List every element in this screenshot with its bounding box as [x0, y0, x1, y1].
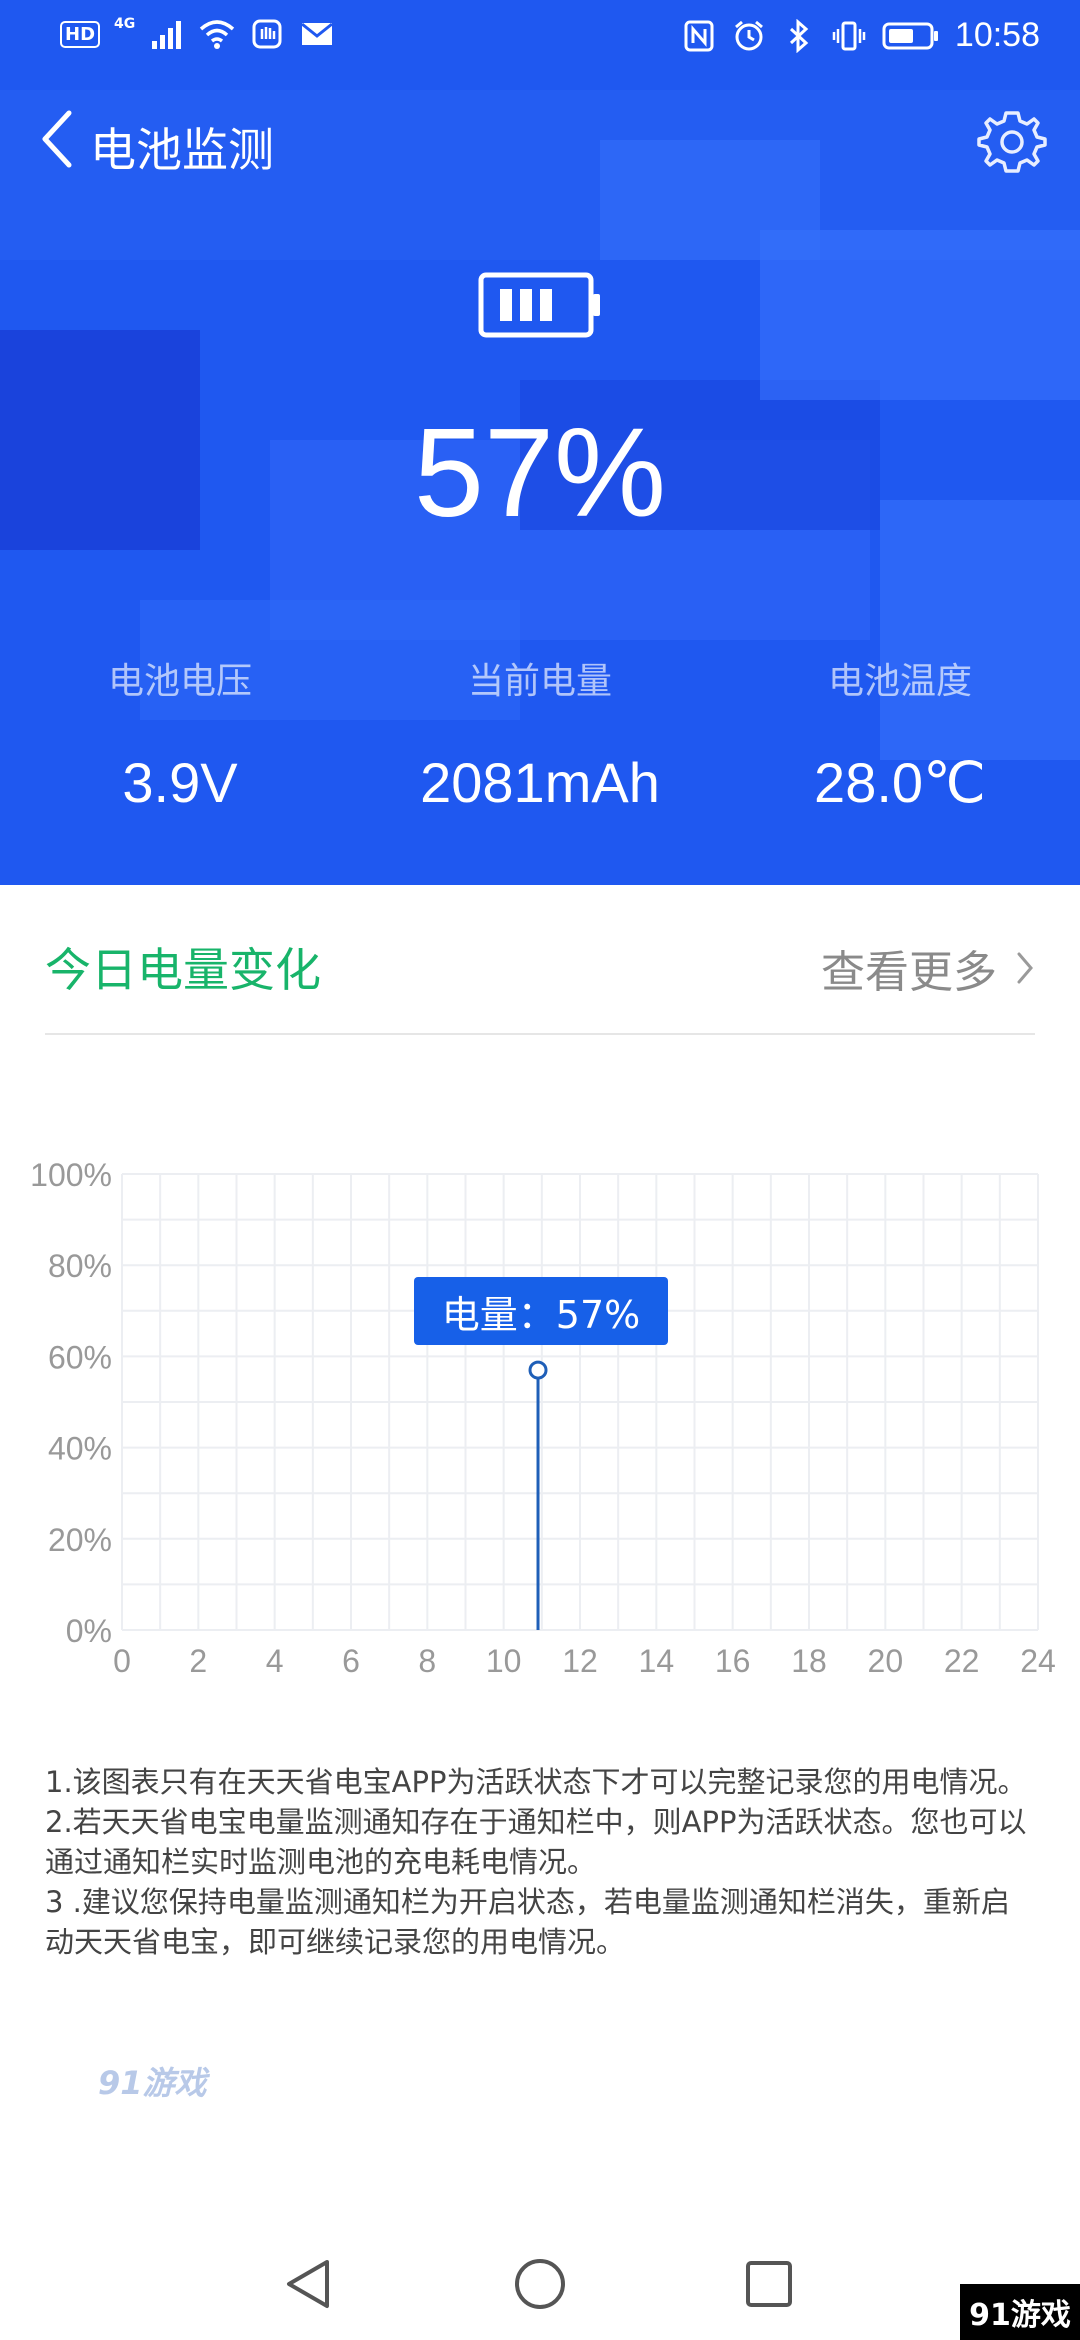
stat-voltage: 电池电压 3.9V [0, 652, 360, 816]
clock: 10:58 [954, 16, 1040, 54]
settings-button[interactable] [974, 104, 1050, 180]
nav-recents-button[interactable] [733, 2248, 805, 2320]
x-tick-label: 12 [562, 1643, 598, 1679]
hand-icon [249, 16, 285, 52]
stat-label: 当前电量 [467, 661, 612, 702]
x-tick-label: 24 [1020, 1643, 1056, 1679]
section-title: 今日电量变化 [45, 943, 321, 997]
page-title: 电池监测 [90, 123, 274, 177]
circle-home-icon [515, 2259, 565, 2309]
header-banner: HD 4G 10:58 电池监测 57% 电池电压 3.9V 当前电量 2081… [0, 0, 1080, 885]
stat-value: 2081mAh [420, 751, 660, 814]
chart-tooltip: 电量：57% [414, 1277, 668, 1345]
nav-back-button[interactable] [272, 2248, 344, 2320]
square-recents-icon [746, 2261, 792, 2307]
note-3: 3 .建议您保持电量监测通知栏为开启状态，若电量监测通知栏消失，重新启动天天省电… [45, 1885, 1010, 1959]
gear-icon [977, 111, 1047, 173]
x-tick-label: 18 [791, 1643, 827, 1679]
stat-capacity: 当前电量 2081mAh [360, 652, 720, 816]
x-tick-label: 4 [266, 1643, 284, 1679]
today-section-header: 今日电量变化 查看更多 [45, 920, 1035, 1035]
x-tick-label: 22 [944, 1643, 980, 1679]
y-tick-label: 0% [66, 1613, 112, 1649]
x-tick-label: 2 [189, 1643, 207, 1679]
chart-svg: 0%20%40%60%80%100%0 2 4 6 8 10 12 14 16 18 20 22 24 [30, 1157, 1056, 1679]
y-tick-label: 80% [48, 1248, 112, 1284]
stat-value: 28.0℃ [814, 751, 986, 814]
battery-status-icon [881, 18, 941, 54]
nav-home-button[interactable] [504, 2248, 576, 2320]
vibrate-icon [831, 18, 867, 54]
y-tick-label: 20% [48, 1522, 112, 1558]
bluetooth-icon [781, 18, 817, 54]
stat-label: 电池温度 [827, 661, 972, 702]
mail-icon [299, 16, 335, 52]
data-point [528, 1360, 548, 1380]
battery-stats: 电池电压 3.9V 当前电量 2081mAh 电池温度 28.0℃ [0, 652, 1080, 816]
watermark-logo: 91游戏 [98, 2064, 207, 2102]
note-1: 1.该图表只有在天天省电宝APP为活跃状态下才可以完整记录您的用电情况。 [45, 1765, 1027, 1799]
signal-icon [149, 16, 185, 52]
x-tick-label: 10 [486, 1643, 522, 1679]
network-label: 4G [114, 16, 136, 32]
x-tick-label: 6 [342, 1643, 360, 1679]
y-tick-label: 100% [30, 1157, 112, 1193]
y-tick-label: 40% [48, 1431, 112, 1467]
battery-chart: 0% 20% 40% 60% 80% 100% 0 2 4 6 8 10 12 14 16 18 20 22 24 [0, 1140, 1080, 1690]
stat-temperature: 电池温度 28.0℃ [720, 652, 1080, 816]
status-bar: HD 4G 10:58 [0, 0, 1080, 74]
navigation-bar: 91游戏 [0, 2220, 1080, 2340]
stat-value: 3.9V [122, 751, 238, 814]
y-tick-label: 60% [48, 1339, 112, 1375]
battery-percent: 57% [413, 402, 667, 543]
corner-watermark: 91游戏 [960, 2284, 1080, 2340]
notes: 1.该图表只有在天天省电宝APP为活跃状态下才可以完整记录您的用电情况。 2.若… [45, 1762, 1035, 1962]
wifi-icon [199, 16, 235, 52]
chevron-right-icon [1017, 952, 1033, 984]
x-tick-label: 16 [715, 1643, 751, 1679]
back-button[interactable] [22, 104, 92, 174]
alarm-icon [731, 18, 767, 54]
note-2: 2.若天天省电宝电量监测通知存在于通知栏中，则APP为活跃状态。您也可以通过通知… [45, 1805, 1027, 1879]
see-more-link[interactable]: 查看更多 [821, 936, 1035, 1000]
x-tick-label: 20 [868, 1643, 904, 1679]
triangle-back-icon [287, 2260, 329, 2308]
stat-label: 电池电压 [107, 661, 252, 702]
x-tick-label: 8 [418, 1643, 436, 1679]
hd-badge: HD [60, 20, 101, 48]
title-bar: 电池监测 [0, 90, 1080, 190]
chevron-left-icon [42, 110, 72, 168]
see-more-label: 查看更多 [821, 947, 997, 998]
x-tick-label: 0 [113, 1643, 131, 1679]
x-tick-label: 14 [639, 1643, 675, 1679]
battery-icon [478, 272, 600, 338]
nfc-icon [681, 18, 717, 54]
